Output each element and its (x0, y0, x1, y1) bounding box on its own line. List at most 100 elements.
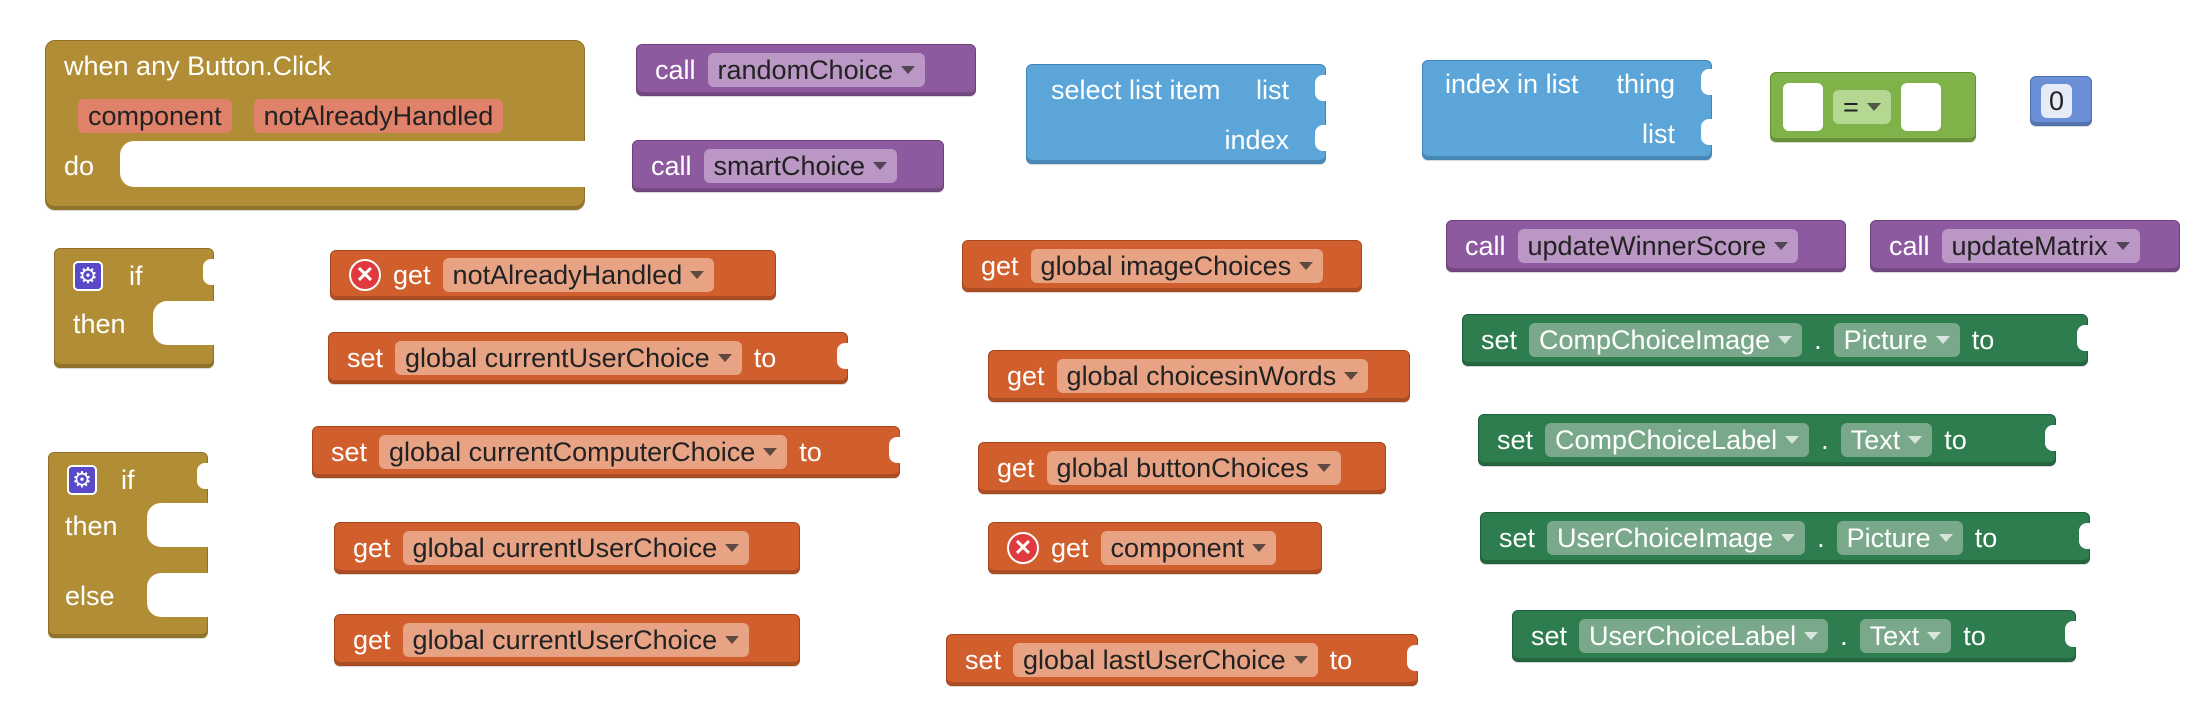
variable-dropdown[interactable]: global currentUserChoice (402, 531, 750, 565)
get-current-user-choice-block[interactable]: get global currentUserChoice (334, 522, 800, 574)
select-list-item-block[interactable]: select list item list index (1026, 64, 1327, 164)
operator-dropdown[interactable]: = (1833, 90, 1891, 124)
operator-symbol: = (1843, 92, 1859, 122)
to-keyword: to (753, 342, 777, 373)
property-dropdown[interactable]: Picture (1833, 323, 1960, 357)
property-dropdown[interactable]: Picture (1836, 521, 1963, 555)
set-keyword: set (1497, 424, 1534, 455)
variable-name: notAlreadyHandled (452, 260, 683, 290)
get-keyword: get (353, 624, 391, 655)
thing-socket[interactable] (1701, 69, 1713, 95)
to-keyword: to (1329, 644, 1353, 675)
variable-dropdown[interactable]: global currentUserChoice (395, 341, 742, 375)
get-not-already-handled-block[interactable]: ✕ get notAlreadyHandled (330, 250, 776, 300)
get-component-block[interactable]: ✕ get component (988, 522, 1322, 574)
then-slot[interactable] (147, 503, 209, 547)
chevron-down-icon (725, 544, 740, 552)
set-last-user-choice-block[interactable]: set global lastUserChoice to (946, 634, 1419, 686)
variable-dropdown[interactable]: global currentUserChoice (402, 623, 750, 657)
variable-dropdown[interactable]: notAlreadyHandled (442, 258, 715, 292)
set-keyword: set (965, 644, 1002, 675)
call-keyword: call (655, 54, 696, 85)
right-operand-socket[interactable] (1900, 83, 1941, 131)
procedure-dropdown[interactable]: smartChoice (703, 149, 898, 183)
get-button-choices-block[interactable]: get global buttonChoices (978, 442, 1386, 494)
param-not-already-handled[interactable]: notAlreadyHandled (253, 99, 504, 133)
property-dropdown[interactable]: Text (1859, 619, 1952, 653)
variable-name: global currentUserChoice (405, 343, 710, 373)
dot-separator: . (1814, 324, 1822, 355)
if-input-socket[interactable] (197, 463, 209, 489)
value-socket[interactable] (837, 343, 849, 369)
chevron-down-icon (690, 271, 705, 279)
when-any-button-click-block[interactable]: when any Button.Click component notAlrea… (45, 40, 586, 210)
get-keyword: get (997, 452, 1035, 483)
do-statement-slot[interactable] (120, 141, 586, 187)
component-dropdown[interactable]: CompChoiceImage (1529, 323, 1803, 357)
component-dropdown[interactable]: CompChoiceLabel (1545, 423, 1810, 457)
gear-icon[interactable]: ⚙ (67, 465, 97, 495)
if-label: if (129, 261, 143, 291)
variable-dropdown[interactable]: global buttonChoices (1046, 451, 1341, 485)
component-dropdown[interactable]: UserChoiceLabel (1579, 619, 1829, 653)
variable-dropdown[interactable]: global choicesinWords (1056, 359, 1369, 393)
set-keyword: set (1499, 522, 1536, 553)
value-socket[interactable] (2079, 523, 2091, 549)
thing-socket-label: thing (1616, 69, 1675, 99)
procedure-dropdown[interactable]: updateMatrix (1941, 229, 2140, 263)
variable-dropdown[interactable]: global lastUserChoice (1013, 643, 1318, 677)
call-smart-choice-block[interactable]: call smartChoice (632, 140, 944, 192)
value-socket[interactable] (889, 437, 901, 463)
number-literal-block[interactable]: 0 (2030, 76, 2092, 126)
if-then-block[interactable]: ⚙ if then (54, 248, 215, 368)
index-socket[interactable] (1315, 125, 1327, 151)
set-comp-choice-image-picture-block[interactable]: set CompChoiceImage . Picture to (1462, 314, 2089, 366)
get-choices-in-words-block[interactable]: get global choicesinWords (988, 350, 1410, 402)
error-x-icon[interactable]: ✕ (1007, 532, 1039, 564)
gear-icon[interactable]: ⚙ (73, 261, 103, 291)
component-dropdown[interactable]: UserChoiceImage (1547, 521, 1806, 555)
value-socket[interactable] (2045, 425, 2057, 451)
chevron-down-icon (1293, 656, 1308, 664)
set-comp-choice-label-text-block[interactable]: set CompChoiceLabel . Text to (1478, 414, 2057, 466)
param-component[interactable]: component (78, 99, 232, 133)
procedure-dropdown[interactable]: updateWinnerScore (1517, 229, 1799, 263)
set-user-choice-label-text-block[interactable]: set UserChoiceLabel . Text to (1512, 610, 2077, 662)
then-label: then (65, 511, 118, 541)
procedure-dropdown[interactable]: randomChoice (707, 53, 926, 87)
dot-separator: . (1821, 424, 1829, 455)
chevron-down-icon (725, 636, 740, 644)
left-operand-socket[interactable] (1783, 83, 1823, 131)
else-slot[interactable] (147, 573, 209, 617)
get-current-user-choice-block-2[interactable]: get global currentUserChoice (334, 614, 800, 666)
variable-name: global imageChoices (1040, 251, 1292, 281)
then-slot[interactable] (153, 301, 215, 345)
set-current-computer-choice-block[interactable]: set global currentComputerChoice to (312, 426, 901, 478)
procedure-name: updateWinnerScore (1527, 231, 1767, 261)
call-update-winner-score-block[interactable]: call updateWinnerScore (1446, 220, 1846, 272)
variable-name: global currentUserChoice (412, 625, 718, 655)
list-socket[interactable] (1315, 75, 1327, 101)
if-input-socket[interactable] (203, 259, 215, 285)
set-user-choice-image-picture-block[interactable]: set UserChoiceImage . Picture to (1480, 512, 2091, 564)
value-socket[interactable] (2065, 621, 2077, 647)
variable-dropdown[interactable]: global imageChoices (1030, 249, 1324, 283)
call-update-matrix-block[interactable]: call updateMatrix (1870, 220, 2180, 272)
compare-block[interactable]: = (1770, 72, 1976, 142)
variable-dropdown[interactable]: component (1100, 531, 1277, 565)
number-field[interactable]: 0 (2041, 84, 2073, 118)
chevron-down-icon (763, 448, 778, 456)
value-socket[interactable] (2077, 325, 2089, 351)
error-x-icon[interactable]: ✕ (349, 259, 381, 291)
property-dropdown[interactable]: Text (1840, 423, 1933, 457)
set-current-user-choice-block[interactable]: set global currentUserChoice to (328, 332, 849, 384)
value-socket[interactable] (1407, 645, 1419, 671)
get-image-choices-block[interactable]: get global imageChoices (962, 240, 1362, 292)
set-keyword: set (1531, 620, 1568, 651)
if-then-else-block[interactable]: ⚙ if then else (48, 452, 209, 638)
call-random-choice-block[interactable]: call randomChoice (636, 44, 976, 96)
variable-dropdown[interactable]: global currentComputerChoice (379, 435, 788, 469)
index-in-list-block[interactable]: index in list thing list (1422, 60, 1713, 160)
list-socket-label: list (1642, 119, 1675, 149)
list-socket[interactable] (1701, 119, 1713, 145)
